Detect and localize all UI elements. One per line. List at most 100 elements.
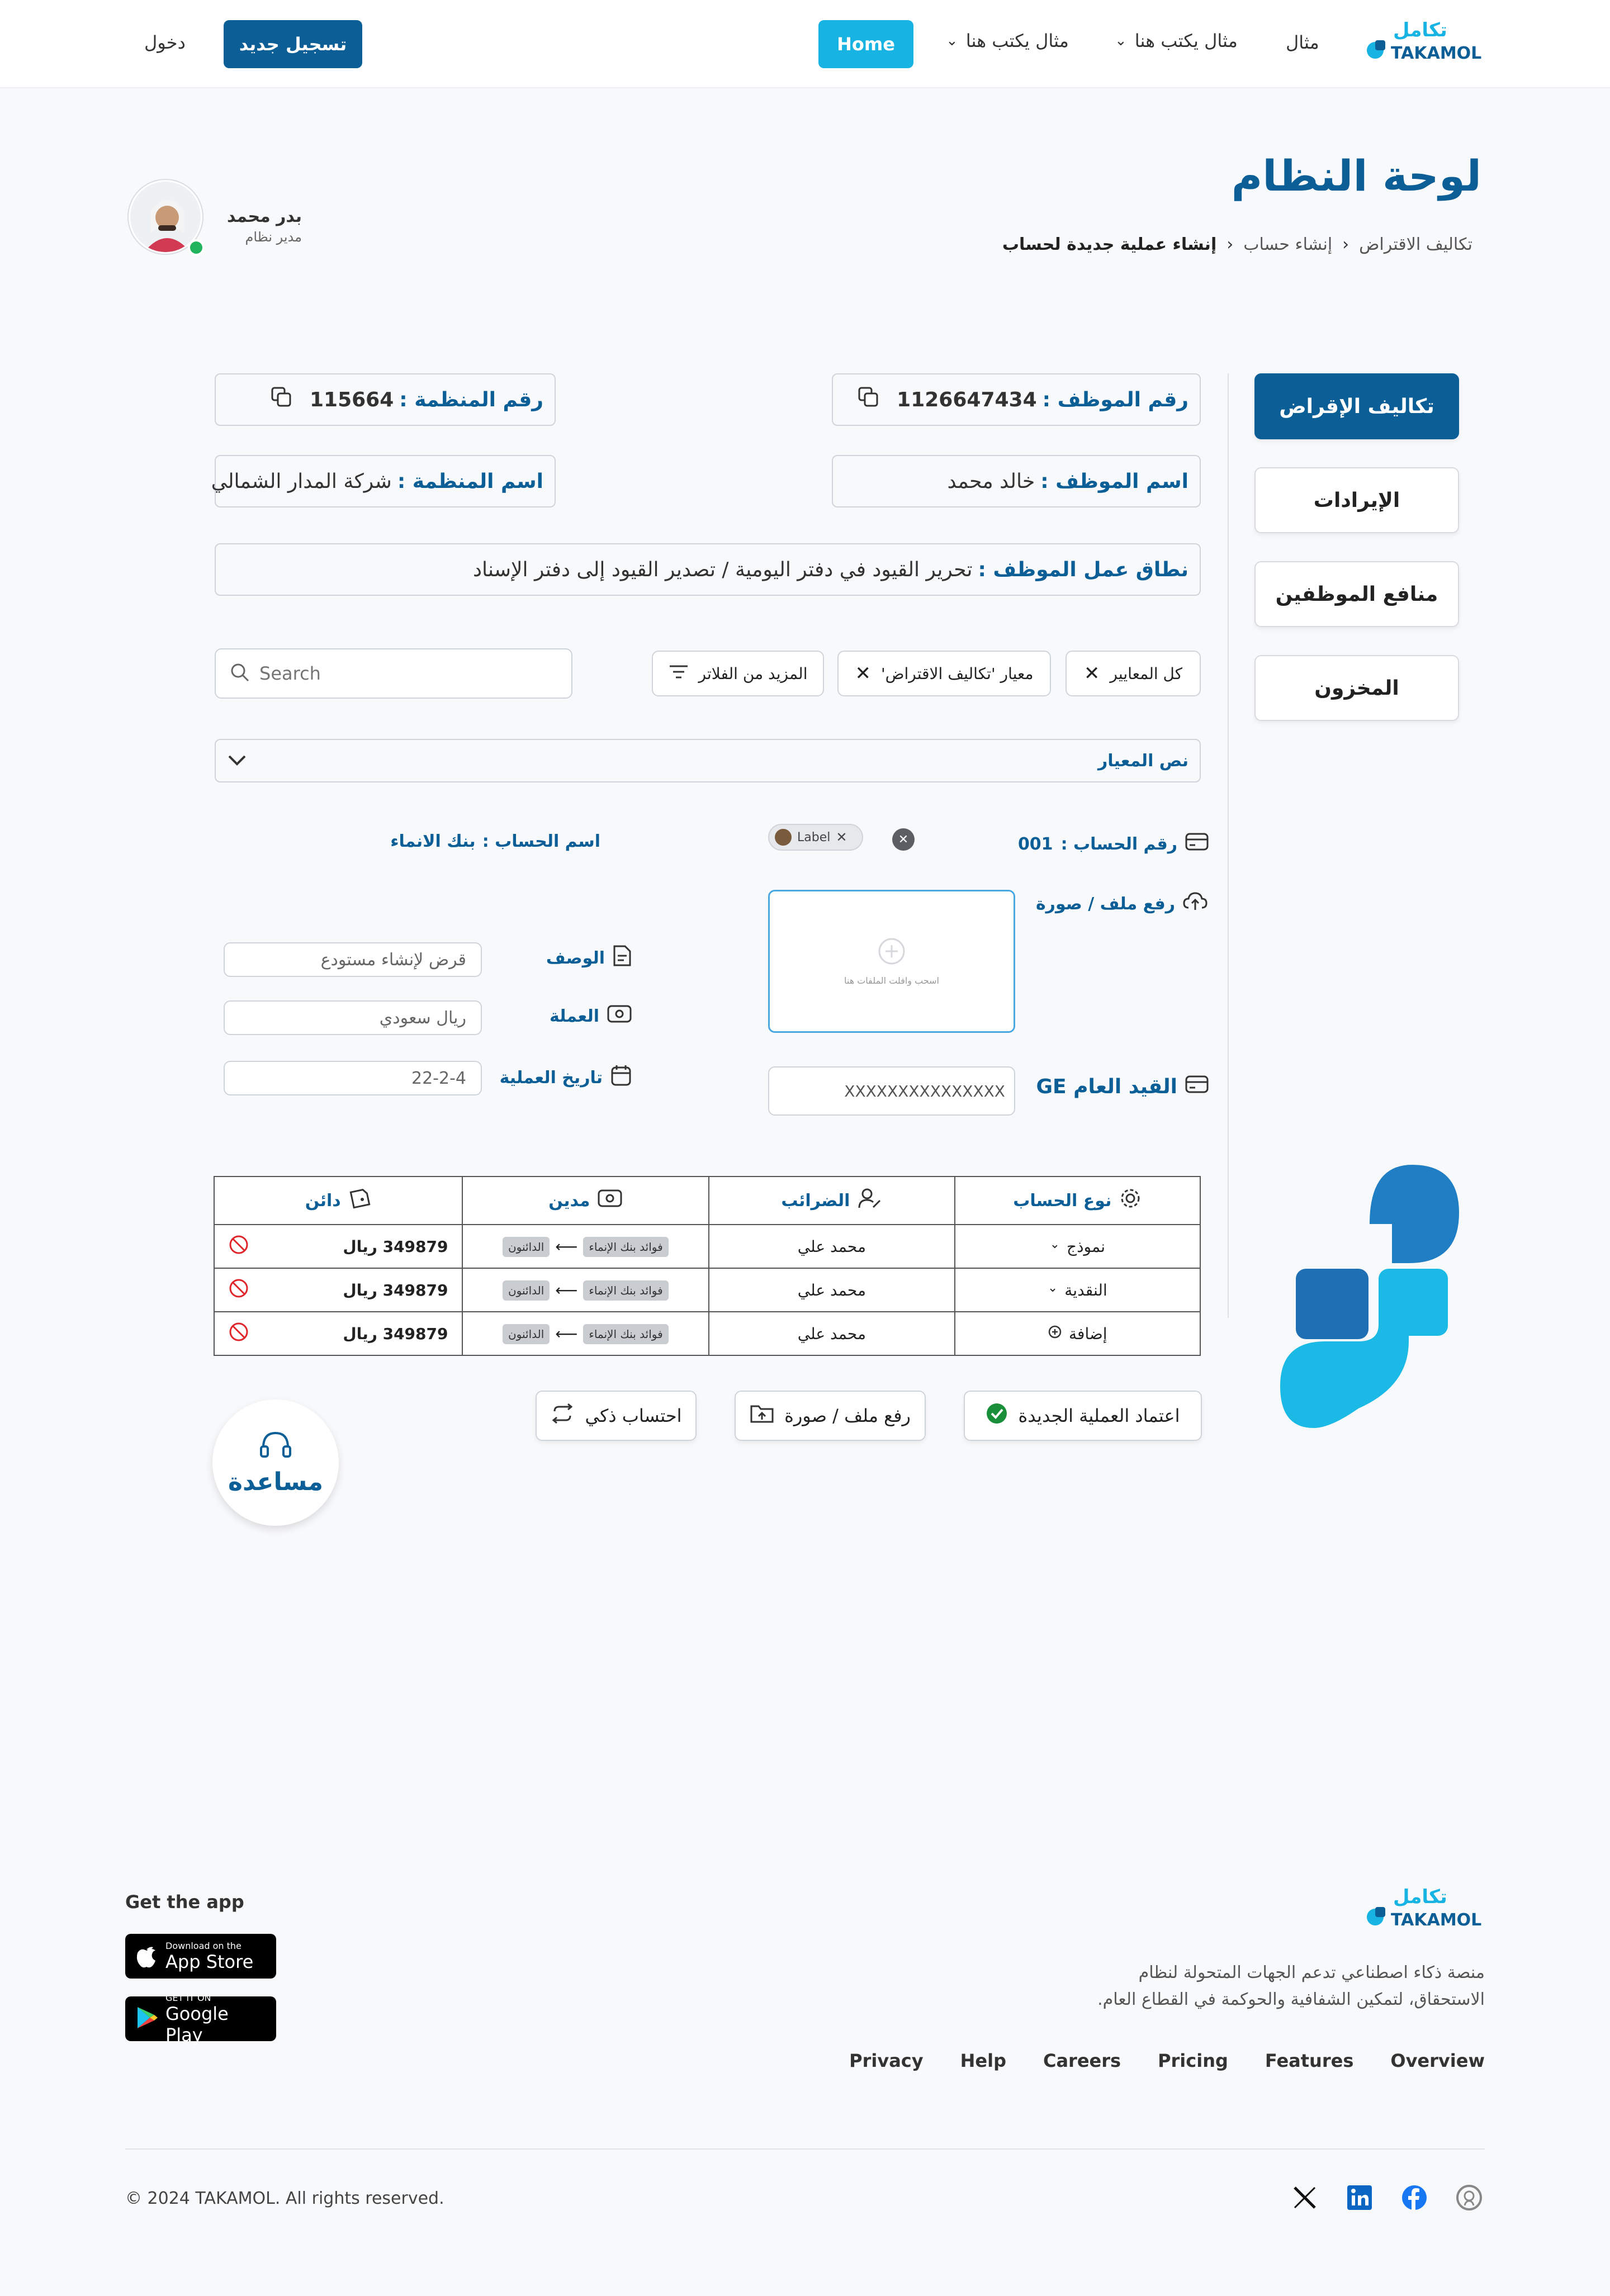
upload-file-button[interactable]: رفع ملف / صورة <box>735 1391 926 1441</box>
currency-label: العملة <box>549 1006 599 1026</box>
file-dropzone[interactable]: اسحب وافلت الملفات هنا <box>768 890 1015 1033</box>
general-entry-input[interactable]: XXXXXXXXXXXXXXX <box>768 1066 1015 1116</box>
column-header-account-type-label: نوع الحساب <box>1013 1190 1112 1211</box>
label-chip[interactable]: Label ✕ <box>768 824 863 851</box>
user-edit-icon <box>858 1187 882 1214</box>
account-type-text: إضافة <box>1069 1324 1107 1343</box>
search-box[interactable] <box>215 648 572 699</box>
avatar-icon <box>775 829 792 846</box>
block-delete-icon[interactable] <box>228 1321 249 1346</box>
footer-link-privacy[interactable]: Privacy <box>849 2050 923 2071</box>
criterion-text-dropdown[interactable]: نص المعيار <box>215 739 1201 782</box>
app-store-badge[interactable]: Download on the App Store <box>125 1934 276 1979</box>
nav-dropdown-1[interactable]: ⌄ مثال يكتب هنا <box>1115 30 1238 51</box>
breadcrumb-item-1[interactable]: تكاليف الاقتراض <box>1359 235 1472 254</box>
copy-icon[interactable] <box>858 386 880 414</box>
nav-dropdown-2[interactable]: ⌄ مثال يكتب هنا <box>946 30 1069 51</box>
footer-logo[interactable]: تكامل TAKAMOL <box>1365 1886 1484 1933</box>
work-scope-value: تحرير القيود في دفتر اليومية / تصدير الق… <box>473 558 973 581</box>
more-filters-label: المزيد من الفلاتر <box>698 664 808 683</box>
wallet-icon <box>349 1187 371 1214</box>
money-icon <box>607 1005 632 1027</box>
block-delete-icon[interactable] <box>228 1234 249 1259</box>
cell-debit: فوائد بنك الإنماء ⟵ الدائنون <box>461 1224 710 1269</box>
breadcrumb-item-2[interactable]: إنشاء حساب <box>1243 235 1332 254</box>
online-status-dot <box>188 239 205 256</box>
cell-account-type[interactable]: إضافة <box>954 1311 1201 1356</box>
close-icon[interactable]: ✕ <box>836 829 847 845</box>
chevron-down-icon: ⌄ <box>1115 32 1127 49</box>
chevron-down-icon: ⌄ <box>1049 1237 1060 1251</box>
nav-dropdown-2-label: مثال يكتب هنا <box>965 30 1069 51</box>
date-label: تاريخ العملية <box>499 1068 603 1088</box>
close-icon[interactable]: ✕ <box>855 662 871 685</box>
organization-number-value: 115664 <box>309 388 394 411</box>
arrow-left-icon: ⟵ <box>555 1237 578 1256</box>
footer-description-line-2: الاستحقاق، لتمكين الشفافية والحوكمة في ا… <box>1097 1990 1485 2009</box>
currency-label-row: العملة <box>537 1005 632 1027</box>
google-play-badge[interactable]: GET IT ON Google Play <box>125 1992 276 2046</box>
clear-circle-icon[interactable]: ✕ <box>892 828 915 851</box>
home-button[interactable]: Home <box>818 20 913 68</box>
column-header-account-type: نوع الحساب <box>954 1176 1201 1225</box>
sidebar-item-borrowing-costs[interactable]: تكاليف الإقراض <box>1254 373 1459 439</box>
footer-link-pricing[interactable]: Pricing <box>1158 2050 1228 2071</box>
cloud-upload-icon <box>1183 891 1208 917</box>
sidebar-item-employee-benefits[interactable]: منافع الموظفين <box>1254 561 1459 627</box>
app-store-text: App Store <box>165 1951 254 1972</box>
date-input[interactable]: 22-2-4 <box>224 1061 482 1095</box>
card-icon <box>1185 832 1209 856</box>
google-play-small-text: GET IT ON <box>165 1992 211 2003</box>
login-link[interactable]: دخول <box>144 32 186 53</box>
close-icon[interactable]: ✕ <box>1084 662 1100 685</box>
cell-account-type[interactable]: النقدية ⌄ <box>954 1268 1201 1312</box>
register-button[interactable]: تسجيل جديد <box>224 20 362 68</box>
filter-chip-all-criteria[interactable]: كل المعايير ✕ <box>1066 651 1201 696</box>
nav-item-example[interactable]: مثال <box>1286 32 1319 53</box>
repeat-icon <box>550 1403 575 1428</box>
filter-chip-criterion[interactable]: معيار 'تكاليف الاقتراض' ✕ <box>837 651 1051 696</box>
smart-calculation-button[interactable]: احتساب ذكي <box>536 1391 697 1441</box>
column-header-debit-label: مدين <box>548 1190 590 1211</box>
block-delete-icon[interactable] <box>228 1278 249 1303</box>
check-circle-icon <box>986 1402 1008 1429</box>
linkedin-icon[interactable] <box>1346 2184 1373 2213</box>
table-header-row: نوع الحساب الضرائب مدين دائن <box>214 1176 1201 1225</box>
folder-upload-icon <box>750 1403 774 1429</box>
cell-credit: 349879 ريال <box>214 1224 463 1269</box>
help-bubble[interactable]: مساعدة <box>212 1400 339 1526</box>
money-icon <box>598 1189 622 1212</box>
credit-amount: 349879 ريال <box>343 1237 448 1256</box>
facebook-icon[interactable] <box>1401 2184 1428 2213</box>
sidebar-item-revenues[interactable]: الإيرادات <box>1254 467 1459 533</box>
search-input[interactable] <box>259 663 539 684</box>
footer-link-features[interactable]: Features <box>1265 2050 1353 2071</box>
column-header-taxes-label: الضرائب <box>781 1190 850 1211</box>
account-name-label: اسم الحساب : <box>482 832 600 851</box>
github-icon[interactable] <box>1456 2184 1483 2213</box>
approve-operation-button[interactable]: اعتماد العملية الجديدة <box>964 1391 1202 1441</box>
chevron-down-icon: ⌄ <box>946 32 958 49</box>
takamol-logo[interactable]: تكامل TAKAMOL <box>1365 19 1484 66</box>
chevron-left-icon: ‹ <box>1227 235 1234 254</box>
work-scope-box: نطاق عمل الموظف : تحرير القيود في دفتر ا… <box>215 543 1201 596</box>
upload-field-label: رفع ملف / صورة <box>1036 891 1208 917</box>
currency-input[interactable]: ريال سعودي <box>224 1000 482 1035</box>
footer-logo-text-ar: تكامل <box>1393 1886 1447 1908</box>
footer-link-help[interactable]: Help <box>960 2050 1006 2071</box>
debit-to-tag: فوائد بنك الإنماء <box>583 1323 669 1344</box>
more-filters-button[interactable]: المزيد من الفلاتر <box>652 651 824 696</box>
footer-link-careers[interactable]: Careers <box>1043 2050 1121 2071</box>
arrow-left-icon: ⟵ <box>555 1281 578 1299</box>
footer-link-overview[interactable]: Overview <box>1390 2050 1485 2071</box>
copy-icon[interactable] <box>271 386 293 414</box>
copyright: © 2024 TAKAMOL. All rights reserved. <box>125 2189 444 2208</box>
document-icon <box>613 945 632 971</box>
cell-account-type[interactable]: نموذج ⌄ <box>954 1224 1201 1269</box>
cell-tax: محمد علي <box>708 1268 955 1312</box>
top-navbar: تكامل TAKAMOL مثال ⌄ مثال يكتب هنا ⌄ مثا… <box>0 0 1610 88</box>
sidebar-item-inventory[interactable]: المخزون <box>1254 655 1459 721</box>
description-input[interactable]: قرض لإنشاء مستودع <box>224 942 482 977</box>
employee-number-value: 1126647434 <box>897 388 1037 411</box>
x-twitter-icon[interactable] <box>1291 2184 1318 2213</box>
